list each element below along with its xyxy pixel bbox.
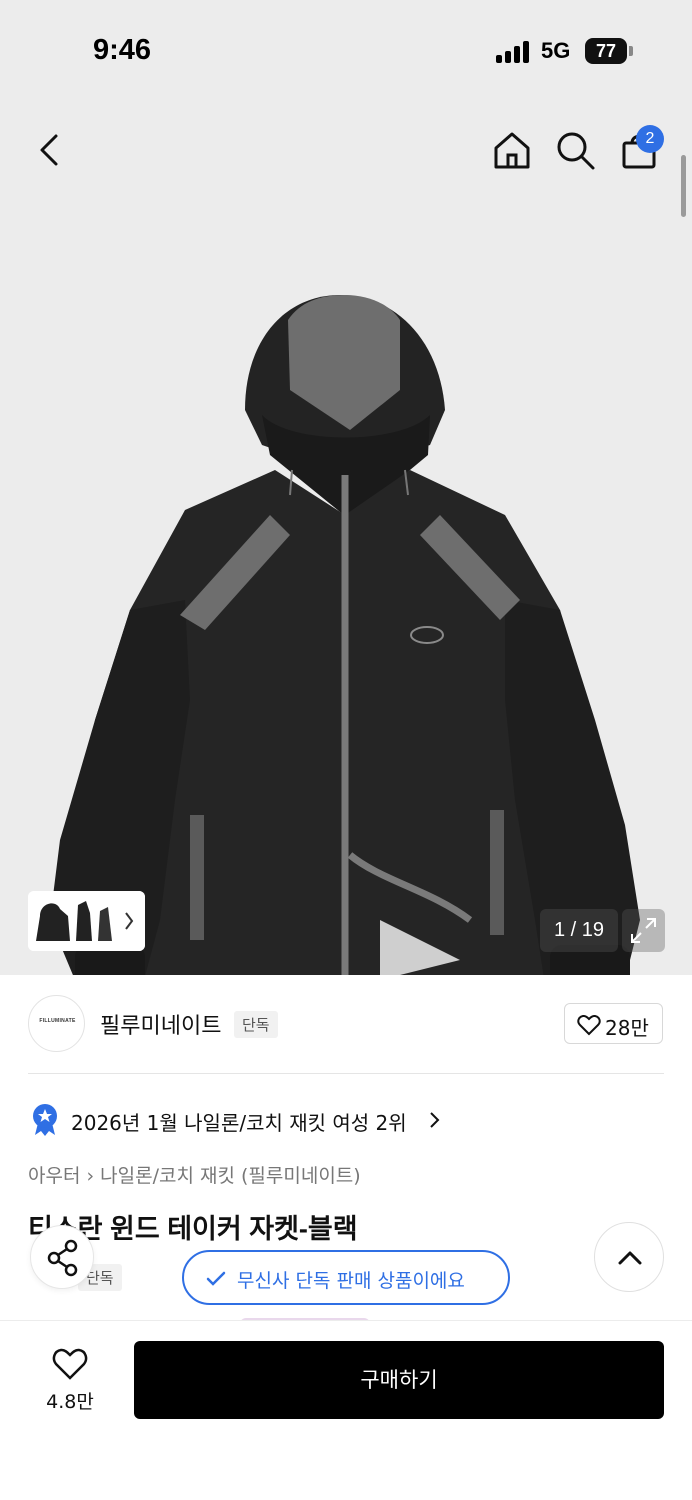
brand-name[interactable]: 필루미네이트: [100, 1008, 221, 1040]
product-photo: [50, 295, 640, 975]
divider: [28, 1073, 664, 1074]
fullscreen-button[interactable]: [622, 909, 665, 952]
breadcrumb: 아우터 › 나일론/코치 재킷 (필루미네이트): [28, 1161, 361, 1188]
exclusive-notice-text: 무신사 단독 판매 상품이에요: [237, 1270, 465, 1292]
home-icon: [494, 132, 530, 169]
home-button[interactable]: [490, 128, 534, 172]
scrollbar[interactable]: [681, 155, 686, 217]
network-type: 5G: [541, 38, 571, 63]
brand-logo[interactable]: FILLUMINATE: [28, 995, 85, 1052]
chevron-left-icon: [40, 134, 58, 166]
share-icon: [47, 1239, 78, 1277]
wishlist-count: 4.8만: [46, 1391, 94, 1413]
scroll-to-top-button[interactable]: [594, 1222, 664, 1292]
search-icon: [557, 132, 595, 170]
chevron-up-icon: [618, 1251, 642, 1265]
exclusive-tag: 단독: [234, 1011, 278, 1038]
buy-button[interactable]: 구매하기: [134, 1341, 664, 1419]
battery-tip: [629, 46, 633, 56]
breadcrumb-subcategory[interactable]: 나일론/코치 재킷 (필루미네이트): [100, 1165, 361, 1187]
breadcrumb-category[interactable]: 아우터: [28, 1165, 80, 1187]
check-icon: [206, 1271, 226, 1286]
signal-strength-icon: [496, 41, 532, 63]
brand-logo-text: FILLUMINATE: [39, 1018, 76, 1024]
ranking-badge-icon: [33, 1104, 57, 1136]
brand-like-button[interactable]: 28만: [564, 1003, 663, 1044]
thumbnail-images: [28, 891, 145, 951]
ranking-text: 2026년 1월 나일론/코치 재킷 여성 2위: [71, 1111, 407, 1135]
wishlist-button[interactable]: 4.8만: [34, 1343, 106, 1417]
share-button[interactable]: [30, 1225, 94, 1289]
brand-row: FILLUMINATE 필루미네이트 단독 28만: [28, 995, 664, 1055]
status-bar: 9:46 5G 77: [0, 0, 692, 100]
product-image-gallery[interactable]: [0, 100, 692, 975]
heart-icon: [577, 1014, 601, 1036]
ranking-row[interactable]: 2026년 1월 나일론/코치 재킷 여성 2위: [30, 1103, 650, 1137]
cart-count-badge: 2: [636, 125, 664, 153]
chevron-right-icon: [430, 1112, 440, 1128]
breadcrumb-separator: ›: [86, 1165, 101, 1187]
heart-icon: [52, 1348, 88, 1380]
brand-like-count: 28만: [605, 1016, 649, 1040]
search-button[interactable]: [553, 128, 597, 172]
image-counter: 1 / 19: [540, 909, 618, 952]
status-time: 9:46: [93, 34, 152, 66]
back-button[interactable]: [30, 130, 70, 170]
thumbnail-strip[interactable]: [28, 891, 145, 951]
battery-icon: 77: [585, 38, 627, 64]
exclusive-notice-pill[interactable]: 무신사 단독 판매 상품이에요: [182, 1250, 510, 1305]
expand-icon: [631, 918, 656, 943]
